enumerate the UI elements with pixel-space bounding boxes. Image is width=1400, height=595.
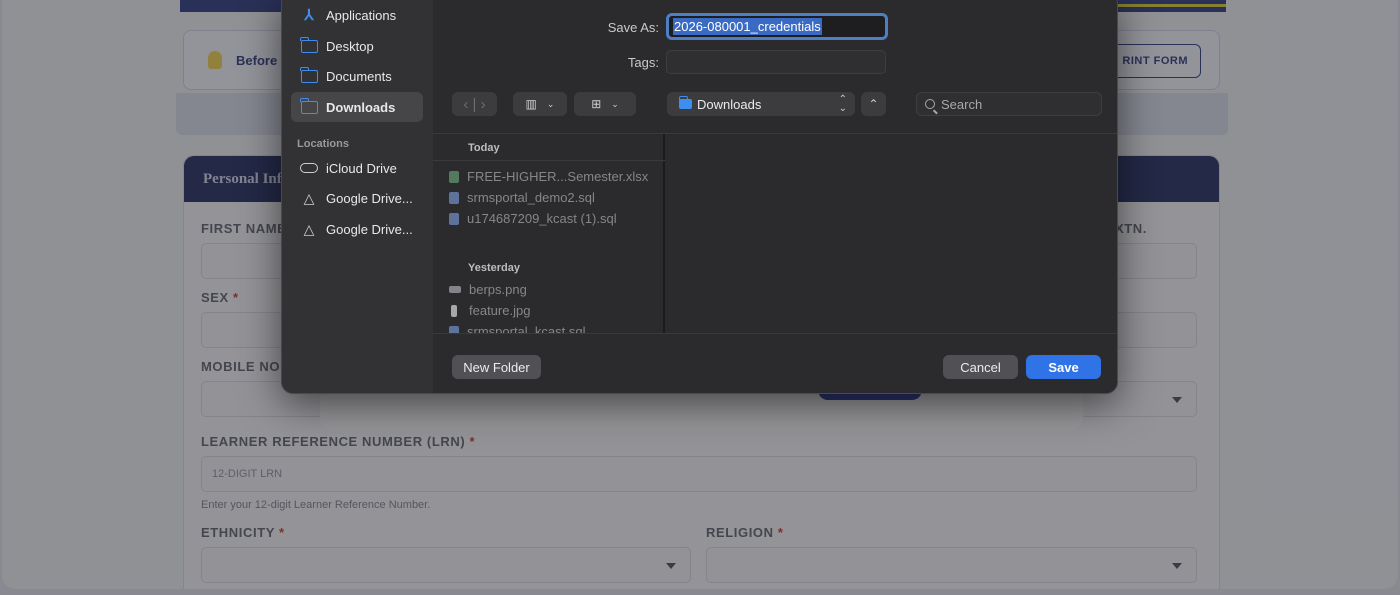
file-column: Today FREE-HIGHER...Semester.xlsx srmspo… bbox=[433, 134, 665, 333]
folder-icon bbox=[300, 66, 318, 83]
sidebar-item-label: Documents bbox=[326, 68, 392, 84]
list-item[interactable]: srmsportal_demo2.sql bbox=[449, 190, 595, 205]
image-icon bbox=[451, 304, 457, 317]
chevron-down-icon: ⌄ bbox=[611, 98, 619, 109]
sidebar: ⅄ Applications Desktop Documents Downloa… bbox=[282, 0, 433, 393]
location-label: Downloads bbox=[697, 96, 762, 112]
sidebar-item-icloud-drive[interactable]: iCloud Drive bbox=[291, 153, 423, 183]
sidebar-item-google-drive-2[interactable]: △ Google Drive... bbox=[291, 214, 423, 244]
save-as-input[interactable]: 2026-080001_credentials bbox=[666, 13, 888, 40]
image-icon bbox=[449, 286, 461, 293]
columns-view-icon: ▥ bbox=[525, 97, 537, 111]
sidebar-item-label: Google Drive... bbox=[326, 221, 413, 237]
document-icon bbox=[449, 212, 459, 225]
file-browser: Today FREE-HIGHER...Semester.xlsx srmspo… bbox=[433, 133, 1117, 334]
sidebar-item-applications[interactable]: ⅄ Applications bbox=[291, 0, 423, 30]
sidebar-item-label: Google Drive... bbox=[326, 190, 413, 206]
sidebar-item-downloads[interactable]: Downloads bbox=[291, 92, 423, 122]
tags-label: Tags: bbox=[627, 55, 659, 70]
save-as-value: 2026-080001_credentials bbox=[673, 18, 822, 35]
expand-collapse-button[interactable]: ⌃ bbox=[861, 92, 886, 116]
spreadsheet-icon bbox=[449, 170, 459, 183]
list-item[interactable]: feature.jpg bbox=[449, 303, 530, 318]
new-folder-button[interactable]: New Folder bbox=[452, 355, 541, 379]
locations-header: Locations bbox=[297, 138, 349, 150]
search-placeholder: Search bbox=[941, 96, 983, 112]
sidebar-item-google-drive-1[interactable]: △ Google Drive... bbox=[291, 183, 423, 213]
save-dialog: ⅄ Applications Desktop Documents Downloa… bbox=[281, 0, 1118, 394]
folder-icon bbox=[678, 96, 692, 109]
divider bbox=[433, 160, 665, 161]
group-button[interactable]: ⊞ ⌄ bbox=[574, 92, 636, 116]
sidebar-item-label: iCloud Drive bbox=[326, 160, 397, 176]
sidebar-item-label: Desktop bbox=[326, 38, 374, 54]
list-item[interactable]: srmsportal_kcast.sql bbox=[449, 324, 585, 333]
chevron-down-icon: ⌄ bbox=[546, 98, 555, 109]
view-mode-button[interactable]: ▥ ⌄ bbox=[513, 92, 567, 116]
location-popup[interactable]: Downloads ⌃ ⌄ bbox=[667, 92, 855, 116]
list-item[interactable]: FREE-HIGHER...Semester.xlsx bbox=[449, 169, 648, 184]
sidebar-item-label: Downloads bbox=[326, 99, 396, 115]
sidebar-item-documents[interactable]: Documents bbox=[291, 61, 423, 91]
grid-icon: ⊞ bbox=[591, 97, 602, 111]
save-as-label: Save As: bbox=[607, 20, 659, 35]
back-forward-buttons[interactable]: ‹ | › bbox=[452, 92, 497, 116]
group-header-today: Today bbox=[468, 142, 500, 154]
document-icon bbox=[449, 191, 459, 204]
dialog-main: Save As: 2026-080001_credentials Tags: ‹… bbox=[433, 0, 1117, 393]
group-header-yesterday: Yesterday bbox=[468, 262, 520, 274]
sidebar-item-desktop[interactable]: Desktop bbox=[291, 31, 423, 61]
document-icon bbox=[449, 325, 459, 333]
list-item[interactable]: berps.png bbox=[449, 282, 527, 297]
list-item[interactable]: u174687209_kcast (1).sql bbox=[449, 211, 617, 226]
sidebar-item-label: Applications bbox=[326, 7, 397, 23]
tags-input[interactable] bbox=[666, 50, 886, 74]
search-icon bbox=[925, 99, 935, 109]
folder-icon bbox=[300, 36, 318, 53]
chevron-up-icon: ⌃ bbox=[868, 97, 879, 111]
search-field[interactable]: Search bbox=[916, 92, 1102, 116]
save-button[interactable]: Save bbox=[1026, 355, 1101, 379]
cancel-button[interactable]: Cancel bbox=[943, 355, 1018, 379]
google-drive-icon: △ bbox=[303, 221, 315, 237]
up-down-chevron-icon: ⌃ ⌄ bbox=[838, 94, 847, 114]
applications-icon: ⅄ bbox=[304, 6, 314, 24]
cloud-icon bbox=[300, 161, 318, 175]
google-drive-icon: △ bbox=[303, 190, 315, 206]
folder-icon bbox=[300, 97, 318, 114]
